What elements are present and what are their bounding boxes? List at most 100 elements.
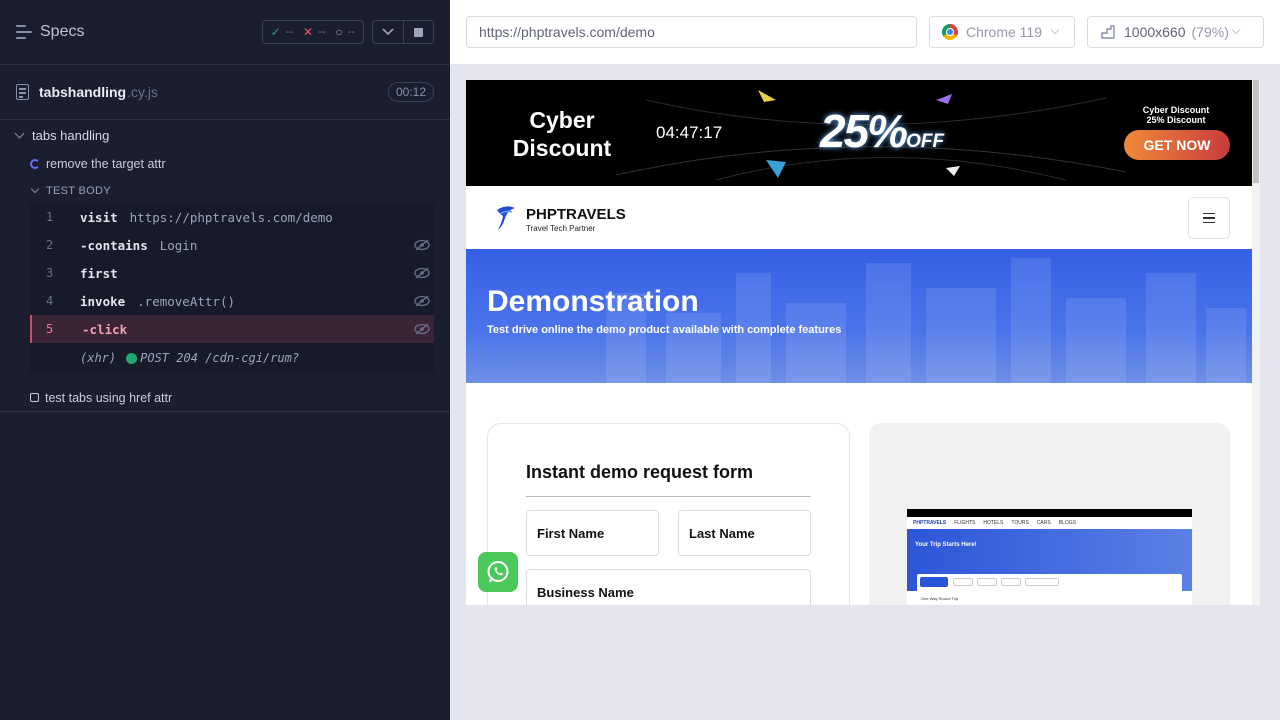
browser-label: Chrome 119	[966, 24, 1043, 40]
chevron-down-icon	[30, 184, 40, 193]
promo-discount: 25%OFF	[820, 104, 944, 158]
specs-list-icon[interactable]	[16, 25, 32, 39]
test-stats: ✓ -- ✕ -- ○ --	[261, 20, 364, 44]
hero-title: Demonstration	[487, 285, 699, 318]
mini-nav-item: TOURS	[1011, 520, 1029, 526]
pending-count: --	[347, 26, 355, 38]
eye-slash-icon	[414, 295, 430, 307]
command-row[interactable]: 3 first	[30, 259, 434, 287]
viewport-selector[interactable]: 1000x660 (79%)	[1087, 16, 1264, 48]
site-navbar: PHPTRAVELS Travel Tech Partner	[466, 186, 1252, 249]
last-name-field[interactable]: Last Name	[678, 510, 811, 556]
chevron-down-icon	[1050, 25, 1060, 35]
promo-countdown: 04:47:17	[656, 123, 723, 142]
hero-banner: Demonstration Test drive online the demo…	[466, 249, 1252, 383]
stop-icon	[414, 27, 423, 37]
x-icon: ✕	[303, 25, 314, 39]
specs-title[interactable]: Specs	[40, 23, 84, 41]
mini-nav-item: HOTELS	[983, 520, 1004, 526]
phptravels-logo-icon[interactable]	[494, 204, 518, 232]
command-number: 4	[46, 294, 54, 308]
url-bar[interactable]: https://phptravels.com/demo	[466, 16, 917, 48]
command-arg: .removeAttr()	[137, 293, 235, 309]
promo-percent: 25%	[820, 105, 908, 157]
brand-name[interactable]: PHPTRAVELS	[526, 206, 626, 223]
passed-stat: ✓ --	[271, 25, 293, 39]
command-number: 3	[46, 266, 54, 280]
mini-brand: PHPTRAVELS	[913, 520, 947, 526]
promo-small-text: Cyber Discount 25% Discount	[1128, 105, 1224, 125]
browser-selector[interactable]: Chrome 119	[929, 16, 1075, 48]
command-name: visit	[80, 209, 118, 225]
last-name-label: Last Name	[689, 525, 755, 541]
command-arg: Login	[159, 237, 198, 253]
mini-trip-options: One Way Round Trip	[921, 596, 959, 601]
stop-button[interactable]	[403, 21, 433, 43]
test-item-remove-target-attr[interactable]: remove the target attr	[0, 150, 450, 177]
test-item-href-attr[interactable]: test tabs using href attr	[0, 384, 450, 412]
failed-stat: ✕ --	[303, 25, 325, 39]
command-number: 5	[46, 322, 54, 336]
demo-preview-screenshot: PHPTRAVELS FLIGHTS HOTELS TOURS CARS BLO…	[907, 509, 1192, 605]
command-name: first	[80, 265, 118, 281]
ruler-icon	[1101, 25, 1115, 39]
viewport-scale: (79%)	[1191, 24, 1229, 40]
spec-file-ext: .cy.js	[127, 84, 158, 100]
chevron-down-icon	[382, 28, 394, 36]
command-number: 2	[46, 238, 54, 252]
command-row-active[interactable]: 5 -click	[30, 315, 434, 343]
promo-small-line: 25% Discount	[1146, 115, 1206, 125]
command-log: 1 visit https://phptravels.com/demo 2 -c…	[30, 203, 434, 373]
chevron-down-icon	[1231, 25, 1241, 35]
hamburger-menu-button[interactable]	[1188, 197, 1230, 239]
eye-slash-icon	[414, 323, 430, 335]
aut-scrollbar-thumb[interactable]	[1253, 80, 1259, 183]
hamburger-icon	[1203, 212, 1215, 215]
passed-count: --	[285, 26, 294, 38]
mini-nav-item: BLOGS	[1058, 520, 1076, 526]
mini-search-tabs: One Way Round Trip	[917, 574, 1182, 605]
chevron-down-icon	[14, 128, 25, 138]
mini-nav-item: CARS	[1036, 520, 1051, 526]
first-name-field[interactable]: First Name	[526, 510, 659, 556]
whatsapp-button[interactable]	[478, 552, 518, 592]
mini-nav-item: FLIGHTS	[954, 520, 976, 526]
auto-scroll-toggle[interactable]	[373, 21, 403, 43]
form-title: Instant demo request form	[526, 462, 754, 482]
test-title: test tabs using href attr	[45, 390, 173, 405]
command-row[interactable]: 1 visit https://phptravels.com/demo	[30, 203, 434, 231]
command-name: -click	[82, 321, 128, 337]
mini-hero-title: Your Trip Starts Here!	[915, 542, 977, 548]
pending-square-icon	[30, 393, 39, 402]
whatsapp-icon	[487, 561, 509, 583]
url-text: https://phptravels.com/demo	[479, 24, 655, 40]
pending-circle-icon: ○	[335, 25, 343, 39]
runner-toolbar: https://phptravels.com/demo Chrome 119 1…	[450, 0, 1280, 64]
test-title: remove the target attr	[46, 156, 166, 171]
get-now-button[interactable]: GET NOW	[1124, 130, 1230, 160]
reporter-header: Specs ✓ -- ✕ -- ○ --	[0, 0, 450, 65]
spec-file-row[interactable]: tabshandling .cy.js 00:12	[0, 65, 450, 120]
stats-bar: ✓ -- ✕ -- ○ --	[261, 20, 434, 44]
check-icon: ✓	[270, 25, 281, 39]
promo-title: Cyber Discount	[512, 107, 612, 161]
running-spinner-icon	[30, 158, 40, 169]
command-row[interactable]: 4 invoke .removeAttr()	[30, 287, 434, 315]
business-name-label: Business Name	[537, 584, 634, 600]
test-body-header[interactable]: TEST BODY	[0, 177, 450, 204]
app-under-test-frame: Cyber Discount 04:47:17 25%OFF Cyber Dis…	[466, 80, 1252, 605]
command-row[interactable]: 2 -contains Login	[30, 231, 434, 259]
business-name-field[interactable]: Business Name	[526, 569, 811, 605]
pending-stat: ○ --	[335, 25, 355, 39]
promo-small-line: Cyber Discount	[1142, 105, 1210, 115]
promo-banner: Cyber Discount 04:47:17 25%OFF Cyber Dis…	[466, 80, 1252, 186]
status-dot-icon	[126, 352, 138, 364]
mini-nav: PHPTRAVELS FLIGHTS HOTELS TOURS CARS BLO…	[907, 517, 1192, 529]
brand-tagline: Travel Tech Partner	[526, 224, 596, 233]
eye-slash-icon	[414, 267, 430, 279]
chrome-icon	[942, 24, 958, 40]
xhr-log-row[interactable]: (xhr) POST 204 /cdn-cgi/rum?	[30, 343, 434, 373]
hero-subtitle: Test drive online the demo product avail…	[487, 324, 842, 336]
file-icon	[16, 84, 29, 100]
suite-header[interactable]: tabs handling	[0, 120, 450, 150]
